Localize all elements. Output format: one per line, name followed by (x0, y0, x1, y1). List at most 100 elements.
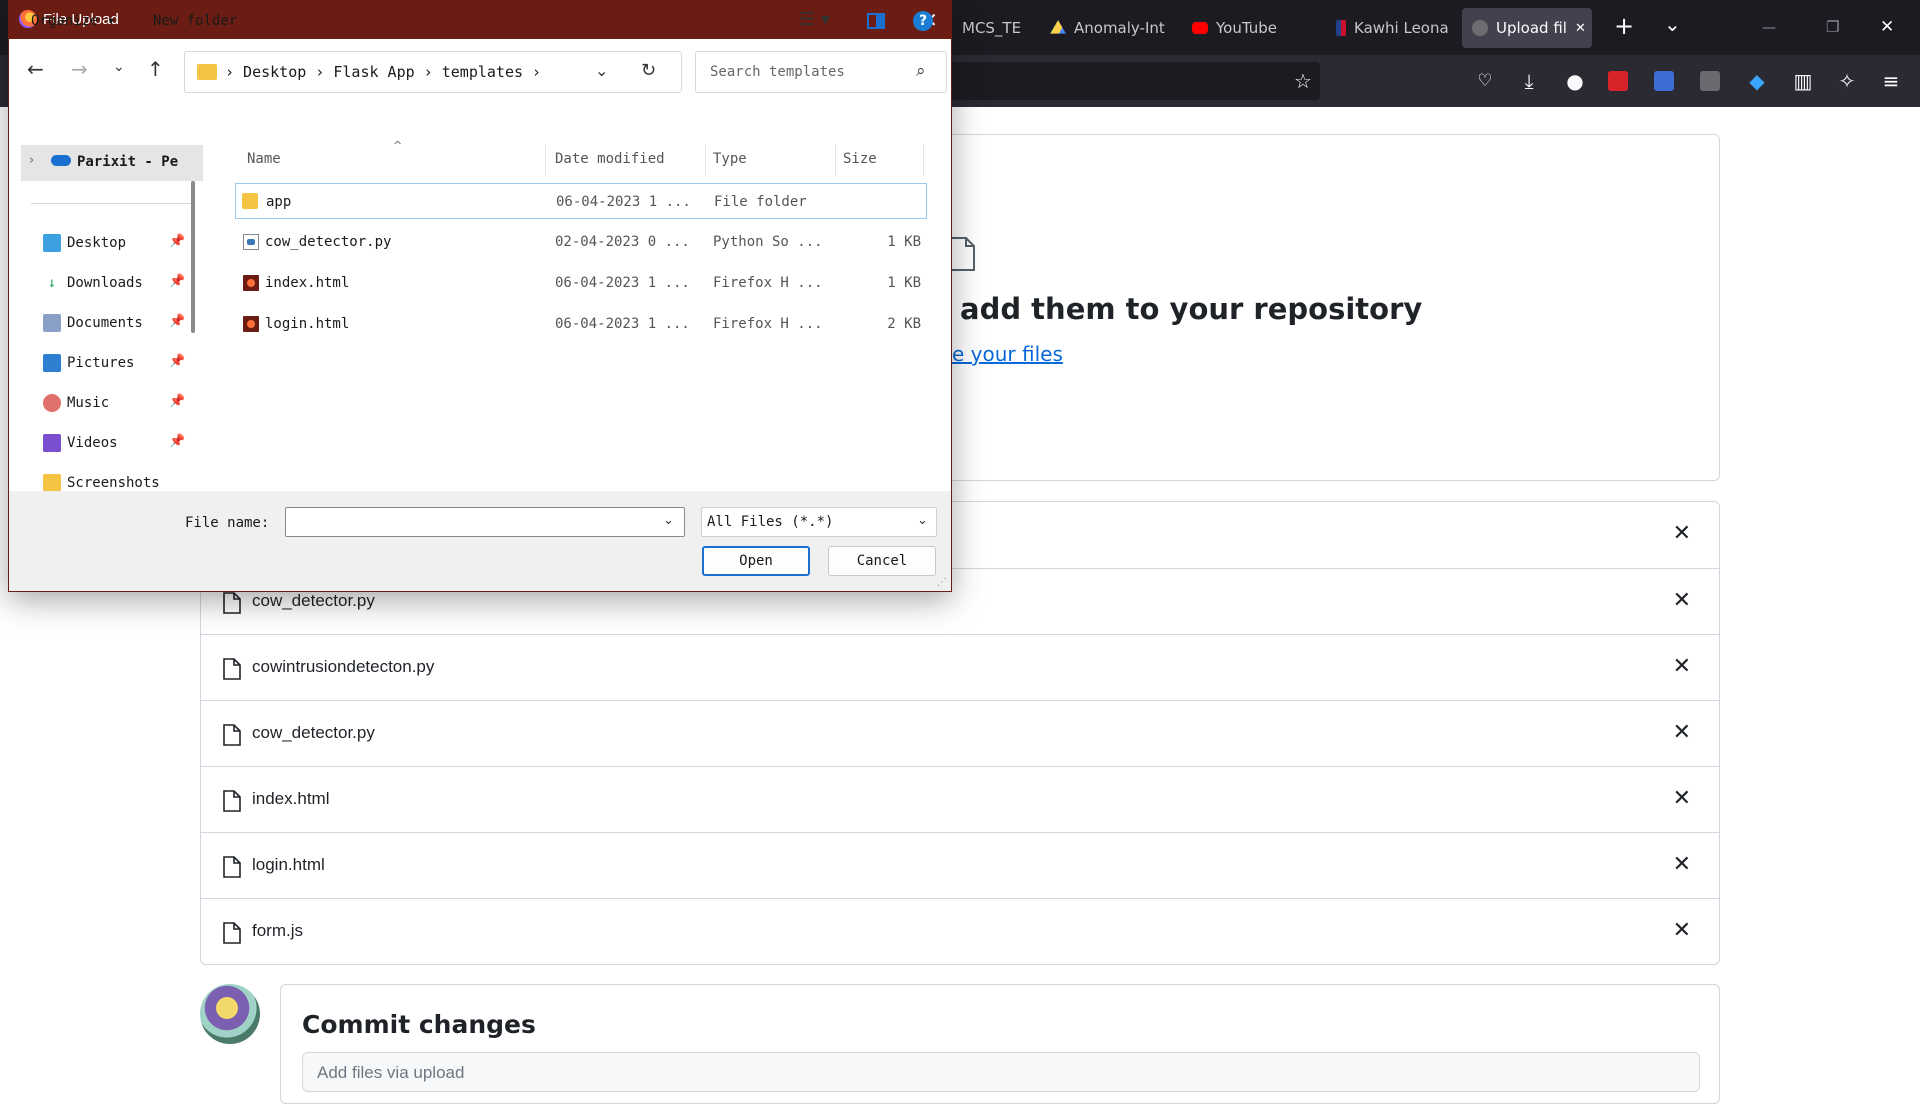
file-icon (223, 592, 241, 614)
recent-locations-chevron-icon[interactable]: ⌄ (113, 59, 125, 75)
file-icon (223, 790, 241, 812)
pin-icon[interactable]: 📌 (169, 234, 185, 249)
dialog-footer (9, 491, 951, 591)
tab-kawhi[interactable]: Kawhi Leona (1326, 8, 1456, 48)
remove-file-button[interactable]: ✕ (1673, 852, 1691, 877)
preview-pane-icon[interactable] (867, 13, 885, 29)
minimize-button[interactable]: — (1762, 18, 1776, 38)
column-header-date[interactable]: Date modified (555, 151, 665, 167)
file-icon (223, 922, 241, 944)
restore-button[interactable]: ❐ (1826, 17, 1839, 37)
chevron-down-icon[interactable]: ⌄ (595, 61, 608, 80)
file-name: cow_detector.py (252, 591, 375, 610)
choose-files-link[interactable]: e your files (952, 342, 1063, 366)
list-tabs-button[interactable]: ⌄ (1664, 14, 1681, 34)
menu-icon[interactable]: ≡ (1878, 68, 1904, 94)
extensions-icon[interactable]: ✧ (1834, 68, 1860, 94)
tab-label: Upload fil (1496, 19, 1567, 37)
breadcrumb[interactable]: › Desktop › Flask App › templates › ⌄ ↻ (184, 51, 682, 93)
extension-blue-download-icon[interactable] (1654, 71, 1674, 91)
remove-file-button[interactable]: ✕ (1673, 588, 1691, 613)
url-bar[interactable] (940, 62, 1320, 100)
commit-message-input[interactable]: Add files via upload (302, 1052, 1700, 1092)
extension-gray-icon[interactable] (1700, 71, 1720, 91)
file-size: 1 KB (887, 234, 921, 250)
view-options-icon[interactable]: ☰ ▾ (799, 9, 830, 30)
file-row: cowintrusiondetecton.py ✕ (201, 634, 1719, 700)
refresh-icon[interactable]: ↻ (641, 60, 656, 81)
library-icon[interactable]: ▥ (1790, 68, 1816, 94)
file-list-row[interactable]: app 06-04-2023 1 ... File folder (235, 183, 927, 219)
chevron-down-icon[interactable]: ⌄ (917, 513, 928, 528)
file-name-label: File name: (185, 515, 270, 531)
nav-item-downloads[interactable]: ↓ Downloads (43, 267, 143, 299)
column-header-type[interactable]: Type (713, 151, 747, 167)
file-list-row[interactable]: index.html 06-04-2023 1 ... Firefox H ..… (235, 265, 927, 301)
tab-anomaly[interactable]: Anomaly-Int (1040, 8, 1170, 48)
nav-item-music[interactable]: Music (43, 387, 109, 419)
column-divider[interactable] (705, 145, 706, 175)
new-tab-button[interactable]: + (1614, 14, 1634, 38)
nav-item-label: Desktop (67, 235, 127, 251)
tab-upload-files[interactable]: Upload fil ✕ (1462, 8, 1592, 48)
new-folder-button[interactable]: New folder (153, 13, 237, 29)
nav-item-label: Documents (67, 315, 143, 331)
file-row: form.js ✕ (201, 898, 1719, 964)
column-divider[interactable] (835, 145, 836, 175)
cancel-button[interactable]: Cancel (828, 546, 936, 576)
nav-item-documents[interactable]: Documents (43, 307, 143, 339)
nav-item-desktop[interactable]: Desktop (43, 227, 126, 259)
resize-grip-icon[interactable]: ⋰ (937, 577, 947, 588)
file-name-input[interactable] (285, 507, 685, 537)
file-list-row[interactable]: cow_detector.py 02-04-2023 0 ... Python … (235, 224, 927, 260)
file-name: login.html (252, 855, 325, 874)
desktop-icon (43, 234, 61, 252)
search-input[interactable]: Search templates ⌕ (695, 51, 947, 93)
nav-item-videos[interactable]: Videos (43, 427, 118, 459)
bookmark-star-icon[interactable]: ☆ (1290, 68, 1316, 94)
file-type: Firefox H ... (713, 316, 823, 332)
help-icon[interactable]: ? (913, 11, 933, 31)
organize-menu[interactable]: Organize ▾ (31, 13, 115, 29)
remove-file-button[interactable]: ✕ (1673, 654, 1691, 679)
tab-label: YouTube (1216, 19, 1277, 37)
up-arrow-icon[interactable]: ↑ (147, 57, 164, 81)
file-list-row[interactable]: login.html 06-04-2023 1 ... Firefox H ..… (235, 306, 927, 342)
pin-icon[interactable]: 📌 (169, 434, 185, 449)
column-header-name[interactable]: Name (247, 151, 281, 167)
extension-diamond-icon[interactable]: ◆ (1744, 68, 1770, 94)
tab-mcs-term[interactable]: MCS_TERM (952, 8, 1022, 48)
pin-icon[interactable]: 📌 (169, 314, 185, 329)
pin-icon[interactable]: 📌 (169, 354, 185, 369)
pocket-icon[interactable]: ♡ (1472, 68, 1498, 94)
column-divider[interactable] (923, 145, 924, 175)
downloads-icon[interactable]: ⤓ (1516, 68, 1542, 94)
nav-item-pictures[interactable]: Pictures (43, 347, 134, 379)
close-window-button[interactable]: ✕ (1880, 17, 1894, 37)
tab-youtube[interactable]: YouTube (1182, 8, 1312, 48)
nav-pane-scrollbar[interactable] (191, 181, 195, 333)
file-size: 2 KB (887, 316, 921, 332)
open-button[interactable]: Open (702, 546, 810, 576)
expand-chevron-icon[interactable]: › (29, 153, 34, 168)
documents-icon (43, 314, 61, 332)
remove-file-button[interactable]: ✕ (1673, 521, 1691, 546)
folder-icon (43, 474, 61, 492)
remove-file-button[interactable]: ✕ (1673, 918, 1691, 943)
back-arrow-icon[interactable]: ← (27, 57, 44, 81)
close-tab-icon[interactable]: ✕ (1575, 21, 1586, 36)
tab-label: MCS_TERM (962, 19, 1022, 37)
forward-arrow-icon[interactable]: → (71, 57, 88, 81)
file-icon (223, 724, 241, 746)
extension-red-icon[interactable] (1608, 71, 1628, 91)
remove-file-button[interactable]: ✕ (1673, 720, 1691, 745)
pin-icon[interactable]: 📌 (169, 274, 185, 289)
column-header-size[interactable]: Size (843, 151, 877, 167)
onedrive-icon (51, 155, 71, 166)
account-icon[interactable]: ● (1562, 68, 1588, 94)
pin-icon[interactable]: 📌 (169, 394, 185, 409)
chevron-down-icon[interactable]: ⌄ (663, 513, 674, 528)
remove-file-button[interactable]: ✕ (1673, 786, 1691, 811)
firefox-html-icon (243, 316, 259, 332)
column-divider[interactable] (545, 145, 546, 175)
